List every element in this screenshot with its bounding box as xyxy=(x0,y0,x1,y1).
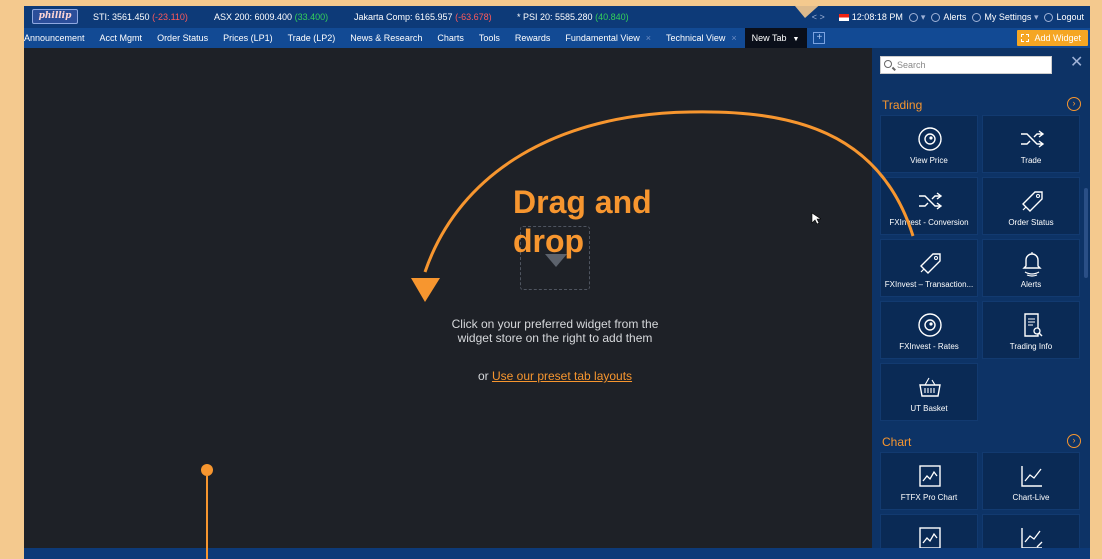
tab-new-tab[interactable]: New Tab ▼ xyxy=(744,28,808,48)
flag-icon xyxy=(838,14,849,22)
grid-icon xyxy=(1021,34,1030,42)
tag-icon xyxy=(1022,191,1043,212)
close-icon[interactable]: ✕ xyxy=(1070,55,1083,71)
tab-rewards[interactable]: Rewards xyxy=(508,28,559,48)
section-chart: Chart xyxy=(882,435,912,449)
tab-announcement[interactable]: Announcement xyxy=(24,28,93,48)
ticker-asx[interactable]: ASX 200: 6009.400 (33.400) xyxy=(214,12,328,22)
empty-hint: Click on your preferred widget from the … xyxy=(451,317,659,345)
eye-icon xyxy=(918,127,942,151)
close-tab-icon[interactable]: × xyxy=(731,33,736,43)
chevron-right-icon[interactable]: › xyxy=(1067,434,1081,448)
caret-down-icon[interactable]: ▼ xyxy=(793,36,800,43)
status-bar xyxy=(24,548,1090,559)
tab-charts[interactable]: Charts xyxy=(430,28,472,48)
chevron-right-icon[interactable]: › xyxy=(1067,97,1081,111)
widget-tile-view-price[interactable]: View Price xyxy=(880,115,978,173)
document-search-icon xyxy=(1024,313,1043,337)
widget-tile-trading-info[interactable]: Trading Info xyxy=(982,301,1080,359)
eye-icon xyxy=(918,313,942,337)
widget-store-sidebar: Search ✕ Trading › View Price Trade FXIn… xyxy=(872,48,1090,559)
my-settings-link[interactable]: My Settings ▾ xyxy=(972,12,1038,23)
widget-tile-fxinvest-rates[interactable]: FXInvest - Rates xyxy=(880,301,978,359)
user-icon xyxy=(972,12,982,22)
ticker-nav-arrows[interactable]: < > xyxy=(812,12,825,22)
power-icon xyxy=(1044,13,1054,23)
tab-acct-mgmt[interactable]: Acct Mgmt xyxy=(93,28,151,48)
widget-tile-fxinvest-conversion[interactable]: FXInvest - Conversion xyxy=(880,177,978,235)
clock: 12:08:18 PM xyxy=(838,12,903,22)
sidebar-scrollbar[interactable] xyxy=(1084,188,1088,278)
ticker-toolbar: < > 12:08:18 PM ▾ Alerts My Settings ▾ L… xyxy=(812,6,1090,28)
bell-icon xyxy=(1022,252,1042,277)
widget-tile-alerts[interactable]: Alerts xyxy=(982,239,1080,297)
logout-link[interactable]: Logout xyxy=(1044,12,1084,23)
widget-tile-ut-basket[interactable]: UT Basket xyxy=(880,363,978,421)
ticker-psi[interactable]: * PSI 20: 5585.280 (40.840) xyxy=(517,12,629,22)
drag-and-drop-annotation: Drag and drop xyxy=(513,184,652,259)
widget-tile-order-status[interactable]: Order Status xyxy=(982,177,1080,235)
timezone-dropdown[interactable]: ▾ xyxy=(908,12,925,23)
phillip-logo[interactable]: phillip xyxy=(32,9,78,24)
widget-tile-fxinvest-transaction[interactable]: FXInvest – Transaction... xyxy=(880,239,978,297)
ticker-bar: phillip STI: 3561.450 (-23.110) ASX 200:… xyxy=(24,6,1090,28)
tab-news-research[interactable]: News & Research xyxy=(343,28,430,48)
close-tab-icon[interactable]: × xyxy=(646,33,651,43)
ticker-jakarta[interactable]: Jakarta Comp: 6165.957 (-63.678) xyxy=(354,12,492,22)
shuffle-icon xyxy=(1021,130,1045,148)
chart-icon xyxy=(919,465,941,487)
tab-order-status[interactable]: Order Status xyxy=(150,28,216,48)
ticker-sti[interactable]: STI: 3561.450 (-23.110) xyxy=(93,12,188,22)
app-window: phillip STI: 3561.450 (-23.110) ASX 200:… xyxy=(24,6,1090,559)
widget-tile-ftfx-pro-chart[interactable]: FTFX Pro Chart xyxy=(880,452,978,510)
preset-layouts-link[interactable]: Use our preset tab layouts xyxy=(492,369,632,383)
search-icon xyxy=(884,60,892,68)
tab-tools[interactable]: Tools xyxy=(472,28,508,48)
tag-icon xyxy=(920,253,941,274)
clock-icon xyxy=(908,12,918,22)
tab-technical-view[interactable]: Technical View × xyxy=(659,28,745,48)
tab-prices-lp1[interactable]: Prices (LP1) xyxy=(216,28,281,48)
widget-search-input[interactable]: Search xyxy=(880,56,1052,74)
shuffle-icon xyxy=(919,192,943,210)
preset-row: or Use our preset tab layouts xyxy=(477,369,633,383)
widget-tile-chart-live[interactable]: Chart-Live xyxy=(982,452,1080,510)
empty-tab-canvas: Drag and drop Click on your preferred wi… xyxy=(24,48,872,548)
line-chart-icon xyxy=(1021,466,1042,487)
tab-trade-lp2[interactable]: Trade (LP2) xyxy=(281,28,344,48)
tab-bar: Announcement Acct Mgmt Order Status Pric… xyxy=(24,28,1090,48)
add-widget-button[interactable]: Add Widget xyxy=(1017,30,1088,46)
person-icon xyxy=(931,13,941,23)
widget-tile-trade[interactable]: Trade xyxy=(982,115,1080,173)
add-tab-button[interactable]: + xyxy=(813,32,826,44)
tab-fundamental-view[interactable]: Fundamental View × xyxy=(558,28,659,48)
section-trading: Trading xyxy=(882,98,923,112)
basket-icon xyxy=(919,377,941,397)
mouse-cursor-icon xyxy=(811,212,821,225)
alerts-link[interactable]: Alerts xyxy=(931,12,966,23)
